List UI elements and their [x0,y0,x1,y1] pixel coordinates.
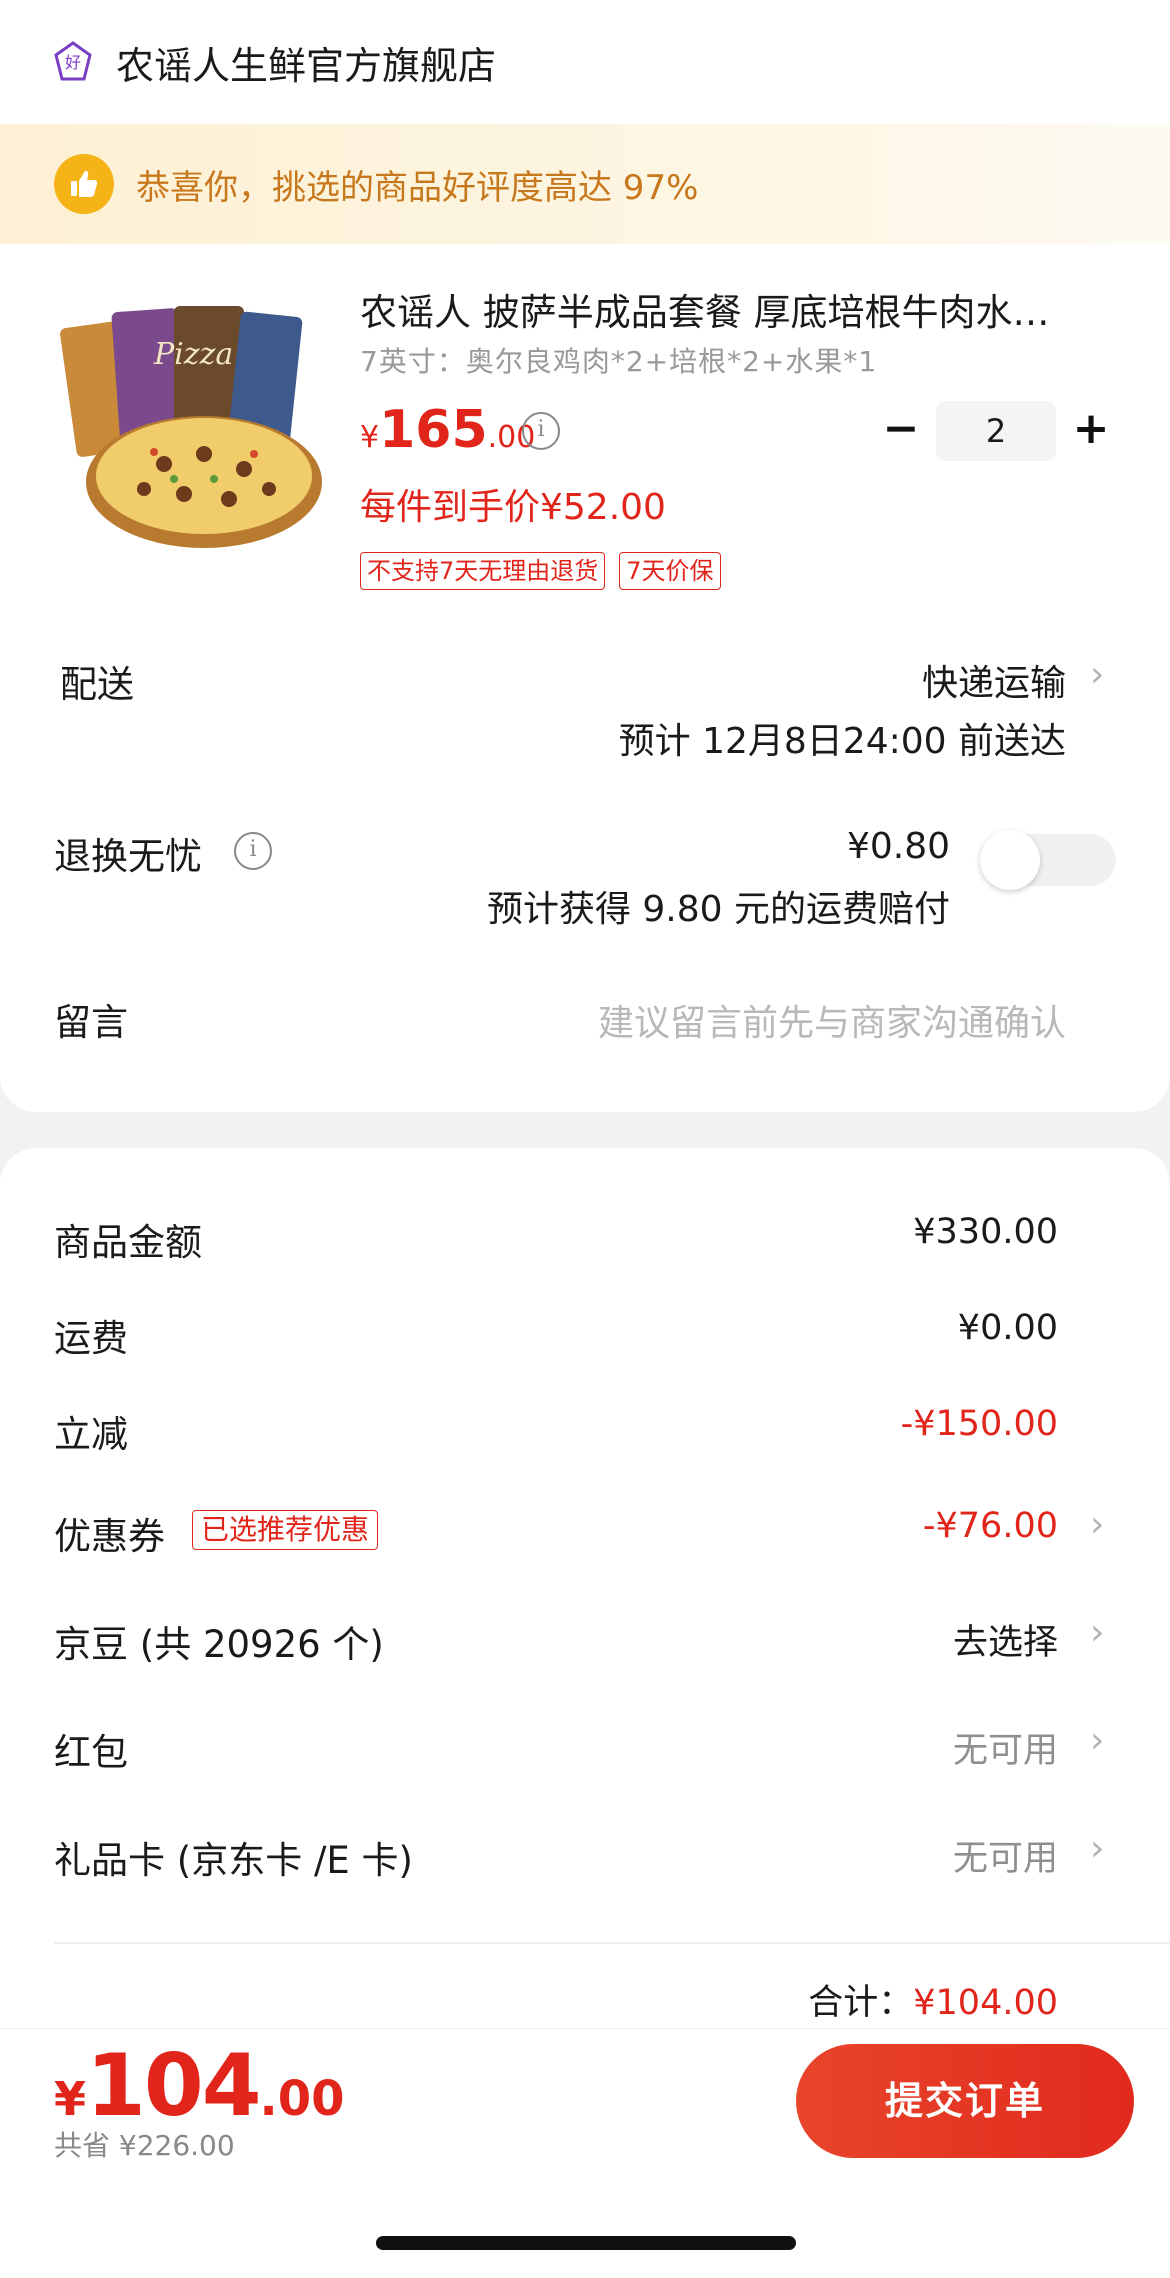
shipping-fee-label: 运费 [54,1317,128,1360]
tag-price-protect: 7天价保 [619,552,721,590]
giftcard-value[interactable]: 无可用 [953,1830,1058,1881]
quantity-stepper: − 2 + [876,400,1116,462]
payable-price: ¥ 104 .00 [54,2036,345,2136]
shop-badge-icon: 好 [52,41,94,83]
saved-amount: 共省 ¥226.00 [54,2129,235,2162]
returns-note: 预计获得 9.80 元的运费赔付 [486,889,950,930]
thumbs-up-icon [54,154,114,214]
giftcard-label[interactable]: 礼品卡 (京东卡 /E 卡) [54,1830,413,1884]
coupon-value[interactable]: -¥76.00 [923,1506,1058,1546]
price-info-icon[interactable]: i [522,412,560,450]
chevron-right-icon[interactable]: › [1090,1720,1104,1761]
message-label: 留言 [54,1001,128,1044]
returns-info-icon[interactable]: i [234,832,272,870]
delivery-label: 配送 [60,663,134,706]
rating-banner: 恭喜你，挑选的商品好评度高达 97% [0,124,1170,244]
shop-name[interactable]: 农谣人生鲜官方旗舰店 [116,35,496,90]
submit-order-button[interactable]: 提交订单 [796,2044,1134,2158]
shipping-fee-value: ¥0.00 [957,1308,1058,1348]
discount-value: -¥150.00 [900,1404,1058,1444]
rating-banner-text: 恭喜你，挑选的商品好评度高达 97% [136,167,699,208]
returns-label: 退换无忧 [54,835,202,878]
total-label: 合计： [808,1983,914,2023]
decrease-button[interactable]: − [876,400,926,462]
pizza-product-image[interactable]: Pizza [54,284,334,564]
product-tags: 不支持7天无理由退货 7天价保 [360,552,721,590]
chevron-right-icon[interactable]: › [1090,654,1104,695]
delivery-eta: 预计 12月8日24:00 前送达 [618,721,1066,762]
returns-toggle[interactable] [980,830,1116,890]
home-indicator[interactable] [376,2236,796,2250]
total-value: ¥104.00 [913,1983,1058,2023]
message-input[interactable]: 建议留言前先与商家沟通确认 [598,994,1066,1046]
discount-label: 立减 [54,1413,128,1456]
shop-header[interactable]: 好 农谣人生鲜官方旗舰店 [0,0,1170,124]
goods-amount-value: ¥330.00 [913,1212,1058,1252]
unit-price: 每件到手价¥52.00 [360,487,666,528]
redpacket-value[interactable]: 无可用 [953,1722,1058,1773]
quantity-value[interactable]: 2 [936,401,1056,461]
tag-no-return: 不支持7天无理由退货 [360,552,606,590]
product-price: ¥ 165 .00 [360,400,536,460]
product-spec[interactable]: 7英寸：奥尔良鸡肉*2+培根*2+水果*1 [360,340,877,380]
svg-text:Pizza: Pizza [153,337,233,372]
divider [54,1942,1170,1944]
chevron-right-icon[interactable]: › [1090,1828,1104,1869]
chevron-right-icon[interactable]: › [1090,1504,1104,1545]
returns-price: ¥0.80 [846,826,950,867]
product-title[interactable]: 农谣人 披萨半成品套餐 厚底培根牛肉水… [360,282,1120,336]
jingdou-value[interactable]: 去选择 [953,1614,1058,1665]
chevron-right-icon[interactable]: › [1090,1612,1104,1653]
total-line: 合计：¥104.00 [808,1974,1058,2025]
jingdou-label[interactable]: 京豆 (共 20926 个) [54,1614,384,1668]
goods-amount-label: 商品金额 [54,1221,202,1264]
redpacket-label[interactable]: 红包 [54,1722,128,1776]
coupon-label[interactable]: 优惠券 [54,1506,165,1560]
toggle-knob [980,830,1040,890]
order-card: 好 农谣人生鲜官方旗舰店 恭喜你，挑选的商品好评度高达 97% Pizza 农谣… [0,0,1170,1112]
delivery-method[interactable]: 快递运输 [922,654,1066,706]
increase-button[interactable]: + [1066,400,1116,462]
coupon-selected-tag: 已选推荐优惠 [192,1510,379,1550]
